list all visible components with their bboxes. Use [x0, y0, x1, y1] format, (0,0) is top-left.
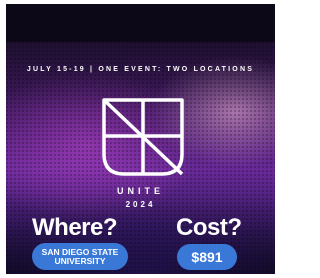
unite-logo-icon	[102, 98, 184, 176]
top-dark-band	[6, 4, 275, 42]
price-badge: $891	[177, 244, 237, 270]
location-badge: SAN DIEGO STATE UNIVERSITY	[32, 243, 128, 270]
location-line-2: UNIVERSITY	[54, 255, 106, 266]
event-promo-card: JULY 15-19 | ONE EVENT: TWO LOCATIONS UN…	[6, 4, 275, 274]
event-tagline: JULY 15-19 | ONE EVENT: TWO LOCATIONS	[26, 66, 255, 73]
cost-heading: Cost?	[176, 214, 242, 241]
event-year: 2024	[125, 200, 156, 209]
where-heading: Where?	[32, 214, 118, 241]
brand-name: UNITE	[117, 186, 164, 196]
